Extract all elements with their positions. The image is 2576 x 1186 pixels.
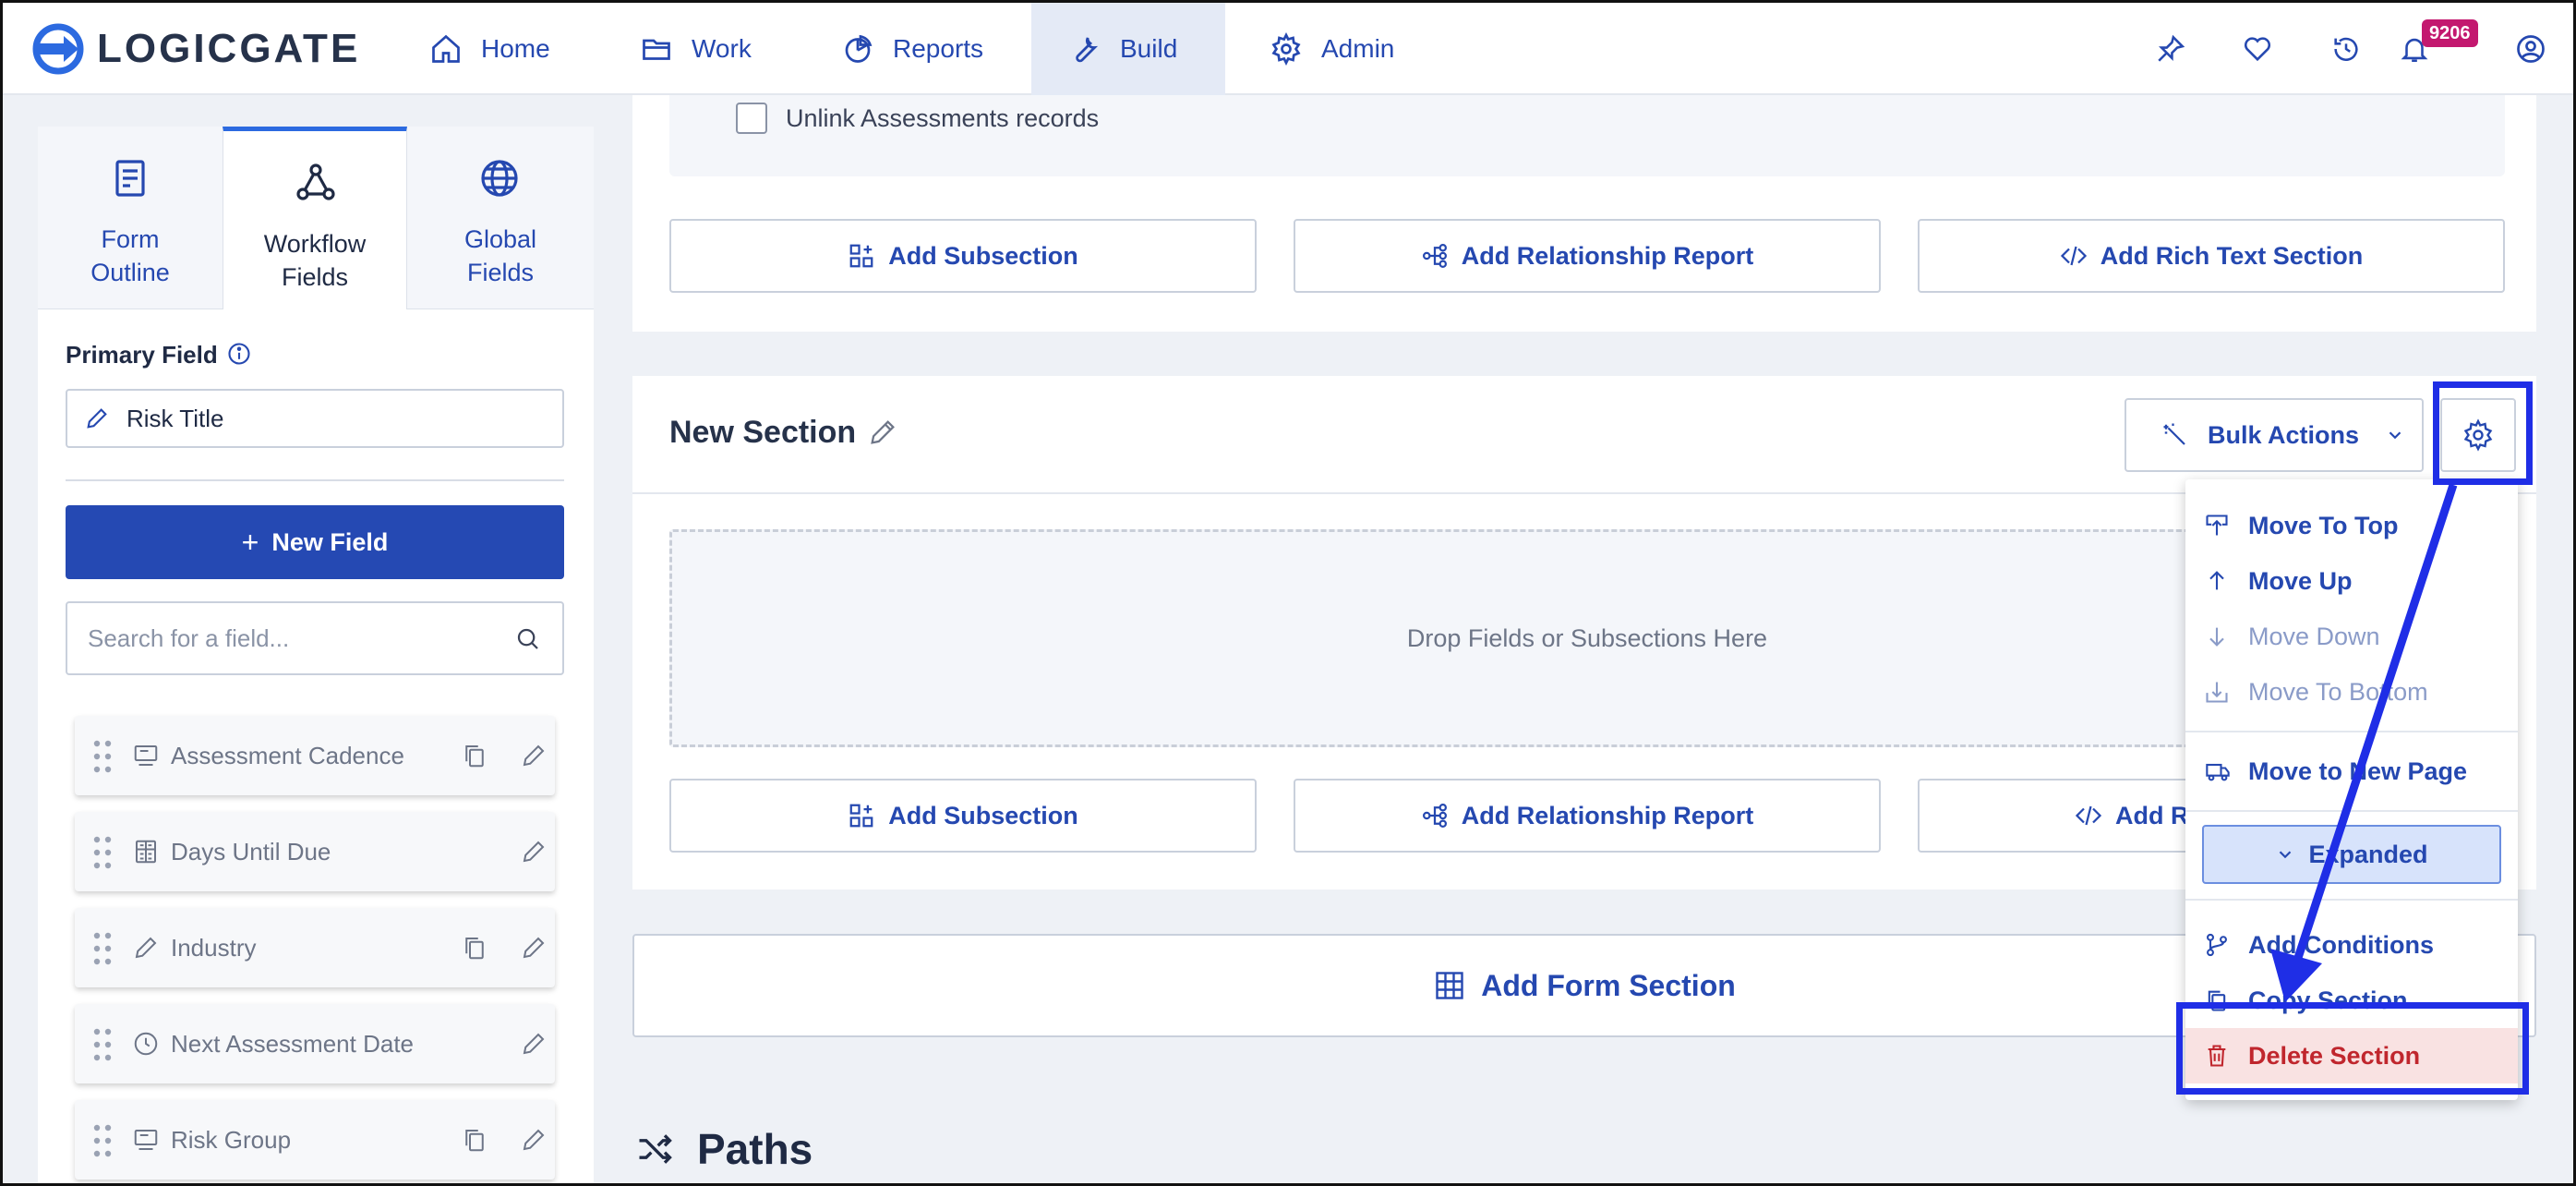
annotation-arrow-icon bbox=[2270, 483, 2458, 1002]
app-frame: LOGICGATE Home Work Reports Build Admin bbox=[0, 0, 2576, 1186]
